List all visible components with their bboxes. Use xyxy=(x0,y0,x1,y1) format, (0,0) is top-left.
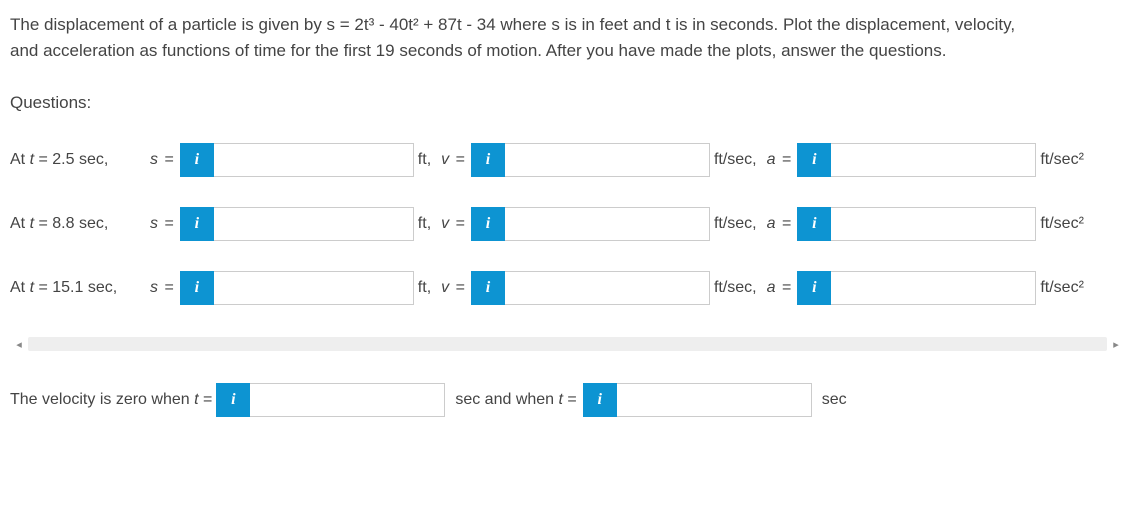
s-label: s = xyxy=(150,279,176,297)
s-label: s = xyxy=(150,215,176,233)
velocity-zero-end: sec xyxy=(822,391,847,409)
a-label: a = xyxy=(767,279,794,297)
a-input-group: i xyxy=(797,207,1036,241)
unit-ftsec2: ft/sec² xyxy=(1040,215,1084,233)
info-icon[interactable]: i xyxy=(583,383,617,417)
v-input[interactable] xyxy=(505,271,710,305)
horizontal-scrollbar[interactable]: ◂ ▸ xyxy=(10,335,1125,353)
unit-ftsec: ft/sec, xyxy=(714,215,757,233)
a-label: a = xyxy=(767,215,794,233)
info-icon[interactable]: i xyxy=(180,271,214,305)
info-icon[interactable]: i xyxy=(180,143,214,177)
a-input[interactable] xyxy=(831,143,1036,177)
unit-ft: ft, xyxy=(418,279,431,297)
velocity-zero-mid: sec and when t = xyxy=(455,391,576,409)
s-input-group: i xyxy=(180,207,414,241)
velocity-zero-row: The velocity is zero when t = i sec and … xyxy=(10,383,1125,417)
unit-ftsec: ft/sec, xyxy=(714,151,757,169)
v-input-group: i xyxy=(471,207,710,241)
info-icon[interactable]: i xyxy=(797,271,831,305)
question-row: At t = 15.1 sec, s = i ft, v = i ft/sec,… xyxy=(10,271,1125,305)
a-input[interactable] xyxy=(831,207,1036,241)
v-label: v = xyxy=(441,279,467,297)
v-input-group: i xyxy=(471,271,710,305)
scroll-right-icon[interactable]: ▸ xyxy=(1107,335,1125,353)
problem-line-1: The displacement of a particle is given … xyxy=(10,15,1015,34)
v-input[interactable] xyxy=(505,143,710,177)
t2-input-group: i xyxy=(583,383,812,417)
v-label: v = xyxy=(441,151,467,169)
velocity-zero-pre: The velocity is zero when t = xyxy=(10,391,212,409)
t1-input[interactable] xyxy=(250,383,445,417)
info-icon[interactable]: i xyxy=(797,143,831,177)
unit-ftsec: ft/sec, xyxy=(714,279,757,297)
s-input-group: i xyxy=(180,143,414,177)
v-label: v = xyxy=(441,215,467,233)
time-label: At t = 15.1 sec, xyxy=(10,278,150,299)
unit-ftsec2: ft/sec² xyxy=(1040,279,1084,297)
scroll-track[interactable] xyxy=(28,337,1107,351)
s-input-group: i xyxy=(180,271,414,305)
v-input-group: i xyxy=(471,143,710,177)
unit-ft: ft, xyxy=(418,215,431,233)
s-input[interactable] xyxy=(214,271,414,305)
scroll-left-icon[interactable]: ◂ xyxy=(10,335,28,353)
a-input-group: i xyxy=(797,143,1036,177)
a-input-group: i xyxy=(797,271,1036,305)
question-row: At t = 2.5 sec, s = i ft, v = i ft/sec, … xyxy=(10,143,1125,177)
unit-ft: ft, xyxy=(418,151,431,169)
unit-ftsec2: ft/sec² xyxy=(1040,151,1084,169)
s-input[interactable] xyxy=(214,207,414,241)
a-input[interactable] xyxy=(831,271,1036,305)
info-icon[interactable]: i xyxy=(797,207,831,241)
info-icon[interactable]: i xyxy=(471,143,505,177)
t1-input-group: i xyxy=(216,383,445,417)
question-row: At t = 8.8 sec, s = i ft, v = i ft/sec, … xyxy=(10,207,1125,241)
v-input[interactable] xyxy=(505,207,710,241)
t2-input[interactable] xyxy=(617,383,812,417)
questions-heading: Questions: xyxy=(10,93,1125,113)
s-label: s = xyxy=(150,151,176,169)
info-icon[interactable]: i xyxy=(471,271,505,305)
time-label: At t = 2.5 sec, xyxy=(10,150,150,171)
problem-statement: The displacement of a particle is given … xyxy=(10,12,1125,63)
info-icon[interactable]: i xyxy=(471,207,505,241)
problem-line-2: and acceleration as functions of time fo… xyxy=(10,41,946,60)
s-input[interactable] xyxy=(214,143,414,177)
info-icon[interactable]: i xyxy=(180,207,214,241)
info-icon[interactable]: i xyxy=(216,383,250,417)
time-label: At t = 8.8 sec, xyxy=(10,214,150,235)
a-label: a = xyxy=(767,151,794,169)
